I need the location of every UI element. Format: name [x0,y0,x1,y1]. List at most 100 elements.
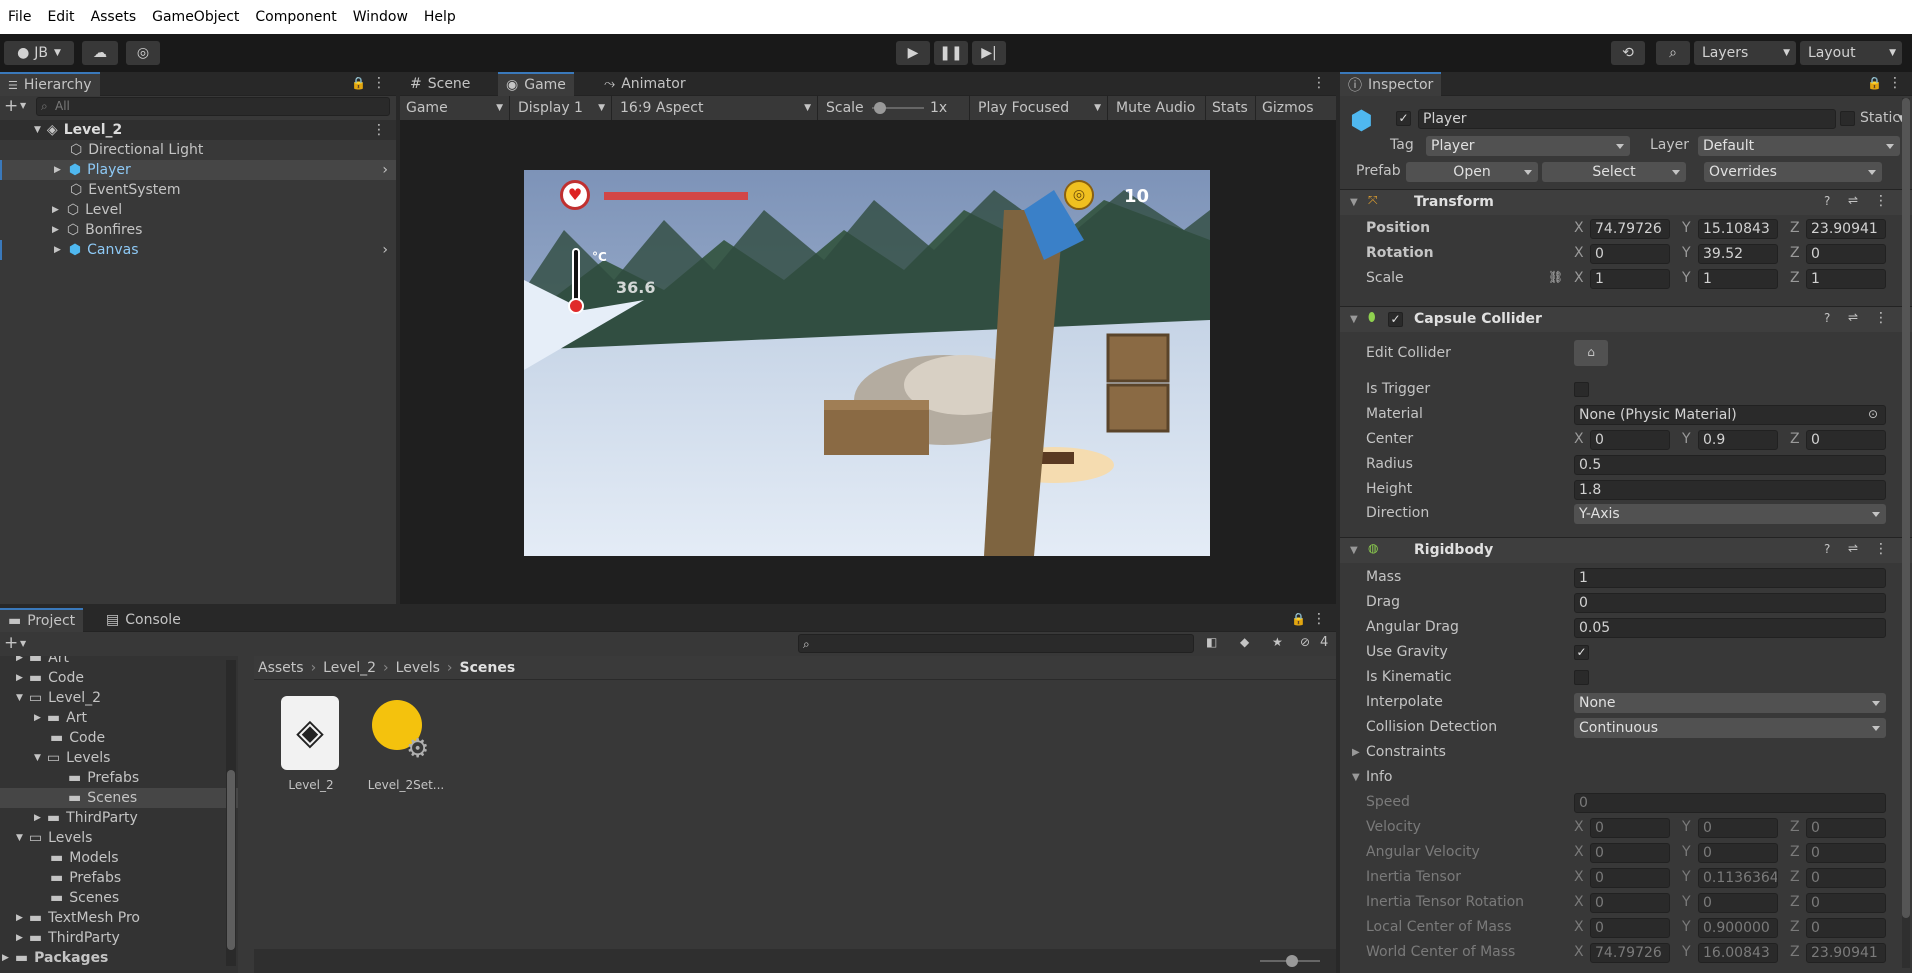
prefab-open-button[interactable]: Open [1406,162,1538,182]
folder-row-selected[interactable]: ▬ Scenes [0,788,238,808]
gizmos-button[interactable]: Gizmos [1256,96,1336,120]
folder-row[interactable]: ▶ ▬ Code [0,668,238,688]
layers-dropdown[interactable]: Layers ▼ [1694,41,1796,65]
tab-inspector[interactable]: ⓘ Inspector [1340,72,1442,96]
scale-y-input[interactable]: 1 [1698,269,1778,289]
tab-project[interactable]: ▬ Project [0,608,84,632]
breadcrumb-item[interactable]: Level_2 [323,660,376,676]
active-checkbox[interactable]: ✓ [1396,111,1411,126]
breadcrumb-item[interactable]: Levels [396,660,440,676]
foldout-open-icon[interactable]: ▼ [1352,772,1360,783]
asset-item[interactable]: ⚙ Level_2Set... [364,696,448,796]
lock-icon[interactable]: 🔒 [351,76,366,90]
add-icon[interactable]: + [4,633,18,653]
tag-dropdown[interactable]: Player [1426,136,1630,156]
zoom-slider-thumb[interactable] [1286,955,1298,967]
breadcrumb-item[interactable]: Assets [258,660,304,676]
folder-row[interactable]: ▬ Code [0,728,238,748]
folder-row[interactable]: ▬ Prefabs [0,868,238,888]
folder-row[interactable]: ▶ ▬ Art [0,656,238,668]
position-z-input[interactable]: 23.90941 [1806,219,1886,239]
hidden-eye-icon[interactable]: ⊘ [1300,635,1310,649]
lock-icon[interactable]: 🔒 [1867,76,1882,90]
transform-header[interactable]: ▼ ⤧ Transform ? ⇌ ⋮ [1340,189,1912,215]
more-menu-icon[interactable]: ⋮ [1874,541,1888,557]
breadcrumb-item-current[interactable]: Scenes [460,660,516,676]
tab-hierarchy[interactable]: ☰ Hierarchy [0,72,100,96]
chevron-down-icon[interactable]: ▼ [20,639,26,648]
add-icon[interactable]: + [4,96,18,116]
folder-row[interactable]: ▬ Models [0,848,238,868]
menu-edit[interactable]: Edit [39,9,82,25]
tab-scene[interactable]: # Scene [402,72,478,96]
layer-dropdown[interactable]: Default [1698,136,1900,156]
center-z-input[interactable]: 0 [1806,430,1886,450]
interpolate-dropdown[interactable]: None [1574,693,1886,713]
help-icon[interactable]: ? [1824,311,1830,325]
center-y-input[interactable]: 0.9 [1698,430,1778,450]
search-button[interactable]: ⌕ [1656,41,1690,65]
game-mode-dropdown[interactable]: Game ▼ [400,96,510,120]
asset-item[interactable]: ◈ Level_2 [276,696,346,796]
label-tag-icon[interactable]: ◆ [1240,635,1249,649]
drag-input[interactable]: 0 [1574,593,1886,613]
inspector-scrollbar-thumb[interactable] [1902,98,1910,918]
star-icon[interactable]: ★ [1272,635,1283,649]
tab-game[interactable]: ◉ Game [498,72,574,96]
folder-row[interactable]: ▼ ▭ Levels [0,748,238,768]
help-icon[interactable]: ? [1824,194,1830,208]
chevron-down-icon[interactable]: ▼ [20,101,26,110]
is-kinematic-checkbox[interactable] [1574,670,1589,685]
mass-input[interactable]: 1 [1574,568,1886,588]
height-input[interactable]: 1.8 [1574,480,1886,500]
account-button[interactable]: ● JB ▼ [4,41,74,65]
chevron-right-icon[interactable]: › [382,242,388,258]
capsule-enabled-checkbox[interactable]: ✓ [1388,312,1403,327]
folder-row[interactable]: ▼ ▭ Levels [0,828,238,848]
hierarchy-item[interactable]: ▶ ⬢ Canvas › [0,240,396,260]
radius-input[interactable]: 0.5 [1574,455,1886,475]
direction-dropdown[interactable]: Y-Axis [1574,504,1886,524]
constraints-label[interactable]: Constraints [1366,744,1446,760]
menu-gameobject[interactable]: GameObject [144,9,247,25]
object-picker-icon[interactable]: ⊙ [1868,407,1878,421]
more-menu-icon[interactable]: ⋮ [1312,611,1326,627]
static-checkbox[interactable] [1840,111,1855,126]
stats-button[interactable]: Stats [1206,96,1256,120]
hierarchy-item[interactable]: ▶ ⬡ Bonfires [0,220,396,240]
more-menu-icon[interactable]: ⋮ [1888,75,1902,91]
more-menu-icon[interactable]: ⋮ [1874,310,1888,326]
tab-animator[interactable]: ⤳ Animator [596,72,694,96]
more-menu-icon[interactable]: ⋮ [1312,75,1326,91]
menu-help[interactable]: Help [416,9,464,25]
center-x-input[interactable]: 0 [1590,430,1670,450]
scale-thumb[interactable] [874,102,886,114]
preset-icon[interactable]: ⇌ [1848,193,1858,207]
link-icon[interactable]: ⛓ [1548,270,1563,284]
tab-console[interactable]: ▤ Console [98,608,189,632]
inspector-scrollbar[interactable] [1902,98,1910,968]
rotation-y-input[interactable]: 39.52 [1698,244,1778,264]
position-x-input[interactable]: 74.79726 [1590,219,1670,239]
scale-x-input[interactable]: 1 [1590,269,1670,289]
menu-window[interactable]: Window [345,9,416,25]
menu-component[interactable]: Component [247,9,344,25]
collision-detection-dropdown[interactable]: Continuous [1574,718,1886,738]
rotation-x-input[interactable]: 0 [1590,244,1670,264]
position-y-input[interactable]: 15.10843 [1698,219,1778,239]
filter-type-icon[interactable]: ◧ [1206,635,1217,649]
rigidbody-header[interactable]: ▼ ◍ Rigidbody ? ⇌ ⋮ [1340,537,1912,563]
prefab-overrides-dropdown[interactable]: Overrides [1704,162,1882,182]
more-menu-icon[interactable]: ⋮ [372,122,386,138]
material-field[interactable]: None (Physic Material) [1574,405,1886,425]
project-search-input[interactable]: ⌕ [798,634,1194,653]
collab-button[interactable]: ◎ [126,41,160,65]
menu-file[interactable]: File [0,9,39,25]
preset-icon[interactable]: ⇌ [1848,310,1858,324]
folder-row[interactable]: ▶ ▬ ThirdParty [0,808,238,828]
more-menu-icon[interactable]: ⋮ [372,75,386,91]
chevron-right-icon[interactable]: › [382,162,388,178]
use-gravity-checkbox[interactable]: ✓ [1574,645,1589,660]
folder-row[interactable]: ▼ ▭ Level_2 [0,688,238,708]
folder-row[interactable]: ▬ Scenes [0,888,238,908]
